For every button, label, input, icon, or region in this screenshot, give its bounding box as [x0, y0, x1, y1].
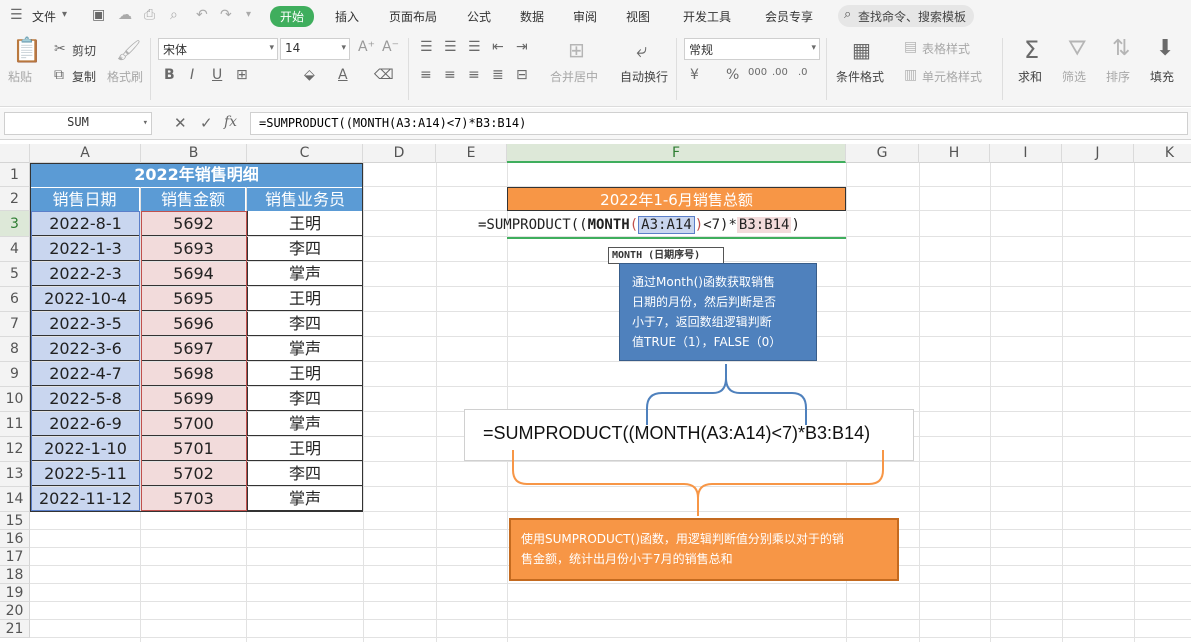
orange-note-box: 使用SUMPRODUCT()函数，用逻辑判断值分别乘以对于的销 售金额，统计出月… — [509, 518, 899, 581]
orange-brace — [512, 450, 884, 516]
blue-brace — [646, 364, 807, 425]
orange-note-text: 使用SUMPRODUCT()函数，用逻辑判断值分别乘以对于的销 售金额，统计出月… — [521, 532, 844, 566]
